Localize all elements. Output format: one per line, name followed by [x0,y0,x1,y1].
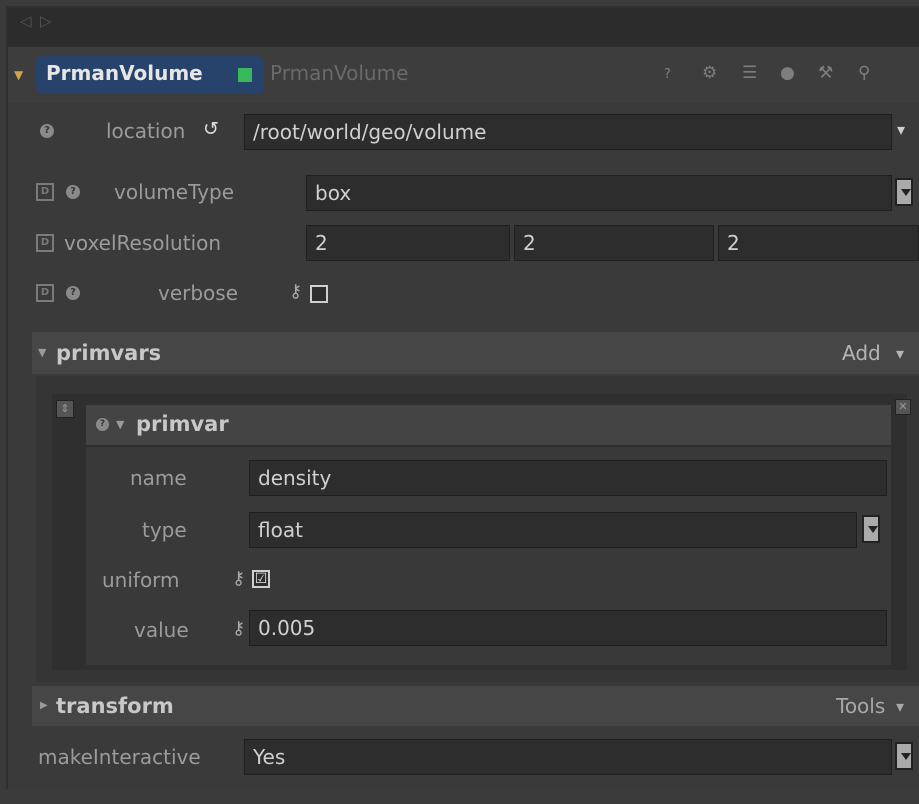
node-type: PrmanVolume [270,61,409,85]
primvar-type-select[interactable]: float [249,512,857,548]
add-button[interactable]: Add [842,341,881,365]
volumetype-select[interactable]: box [306,175,892,211]
default-icon[interactable]: D [36,183,54,201]
tools-dropdown-icon[interactable]: ▾ [896,697,904,716]
history-nav-bar [8,8,919,44]
primvar-value-field[interactable]: 0.005 [249,610,887,646]
add-dropdown-icon[interactable]: ▾ [896,344,904,363]
help-icon[interactable]: ? [66,185,80,199]
voxelresolution-z-field[interactable]: 2 [718,225,919,261]
default-icon[interactable]: D [36,234,54,252]
location-label: location [106,119,186,143]
primvar-uniform-label: uniform [102,568,180,592]
gear-icon[interactable]: ⚙ [702,63,717,83]
collapse-triangle-icon[interactable]: ▼ [14,68,23,82]
help-icon[interactable]: ? [96,418,109,431]
primvars-title: primvars [56,341,162,365]
primvar-type-label: type [142,518,187,542]
node-status-icon [238,68,252,82]
tools-button[interactable]: Tools [836,694,885,718]
collapse-triangle-icon[interactable]: ▼ [38,346,46,359]
forward-arrow-icon[interactable]: ▷ [40,12,52,30]
makeinteractive-dropdown-button[interactable] [895,742,913,770]
primvar-value-label: value [134,618,189,642]
key-icon[interactable]: ⚷ [232,568,245,589]
makeinteractive-label: makeInteractive [38,745,201,769]
default-icon[interactable]: D [36,284,54,302]
help-icon[interactable]: ? [664,67,671,82]
help-icon[interactable]: ? [66,286,80,300]
close-icon[interactable]: ✕ [895,399,911,415]
voxelresolution-label: voxelResolution [64,231,222,255]
expand-triangle-icon[interactable]: ▶ [40,700,48,711]
primvar-title: primvar [136,412,229,436]
help-icon[interactable]: ? [40,124,54,138]
location-field[interactable]: /root/world/geo/volume [244,114,892,150]
primvar-type-dropdown-button[interactable] [862,515,880,543]
wrench-icon[interactable]: ⚒ [818,63,833,83]
comment-icon[interactable]: ● [780,63,795,83]
primvars-section-header[interactable] [32,332,919,374]
location-dropdown-icon[interactable]: ▾ [897,120,905,139]
hierarchy-icon[interactable]: ☰ [742,63,757,83]
key-icon[interactable]: ⚷ [289,281,302,302]
voxelresolution-y-field[interactable]: 2 [514,225,714,261]
volumetype-dropdown-button[interactable] [895,178,913,206]
transform-title: transform [56,694,174,718]
primvar-name-label: name [130,466,187,490]
makeinteractive-select[interactable]: Yes [244,739,892,775]
voxelresolution-x-field[interactable]: 2 [306,225,510,261]
primvar-name-field[interactable]: density [249,460,887,496]
key-icon[interactable]: ⚷ [232,618,245,639]
back-arrow-icon[interactable]: ◁ [20,12,32,30]
search-icon[interactable]: ⚲ [858,63,870,83]
reset-icon[interactable]: ↺ [203,118,219,140]
collapse-triangle-icon[interactable]: ▼ [116,418,124,431]
verbose-checkbox[interactable] [310,285,328,303]
drag-handle-icon[interactable]: ⇕ [56,400,74,418]
volumetype-label: volumeType [114,180,235,204]
primvar-uniform-checkbox[interactable]: ☑ [252,570,270,588]
node-name[interactable]: PrmanVolume [46,61,203,85]
verbose-label: verbose [158,281,239,305]
